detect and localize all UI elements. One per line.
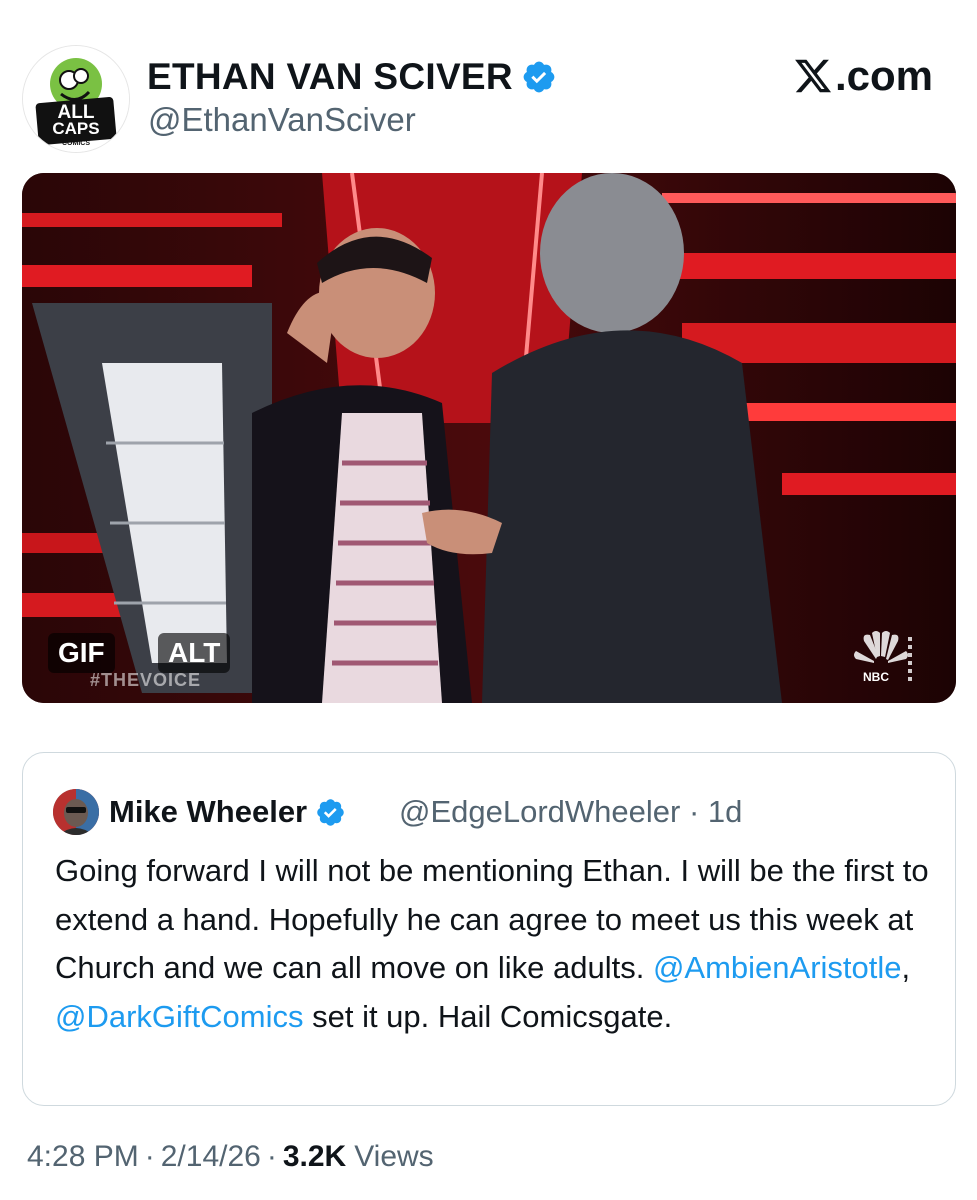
tweet-media-gif[interactable]: GIF ALT #THEVOICE NBC: [22, 173, 956, 703]
quoted-author-name-row[interactable]: Mike Wheeler: [109, 789, 346, 835]
mention-ambien-aristotle[interactable]: @AmbienAristotle: [653, 950, 902, 985]
show-hashtag-overlay: #THEVOICE: [90, 670, 202, 690]
verified-badge-icon: [523, 61, 555, 93]
logo-text-caps: CAPS: [52, 119, 99, 138]
logo-text-comics: COMICS: [62, 140, 90, 147]
quoted-author-name[interactable]: Mike Wheeler: [109, 794, 307, 830]
gif-badge: GIF: [48, 633, 115, 673]
author-handle[interactable]: @EthanVanSciver: [148, 101, 416, 139]
x-logo-icon: [795, 59, 832, 93]
avatar-image: [53, 789, 99, 835]
site-label: .com: [834, 52, 933, 99]
mention-dark-gift-comics[interactable]: @DarkGiftComics: [55, 999, 303, 1034]
x-com-label: .com: [793, 52, 933, 99]
tweet-meta: 4:28 PM · 2/14/26 · 3.2K Views: [27, 1137, 434, 1177]
nbc-peacock-icon: NBC: [854, 631, 912, 684]
quoted-text-part3: set it up. Hail Comicsgate.: [303, 998, 673, 1034]
quoted-author-handle-time[interactable]: @EdgeLordWheeler · 1d: [399, 789, 742, 835]
quoted-tweet-text: Going forward I will not be mentioning E…: [55, 847, 935, 1041]
tweet-date[interactable]: 2/14/26: [161, 1140, 261, 1174]
meta-separator: ·: [144, 1140, 155, 1173]
alt-text-button[interactable]: ALT: [158, 633, 231, 673]
quoted-text-part2: ,: [901, 950, 911, 985]
tweet-time[interactable]: 4:28 PM: [27, 1140, 139, 1174]
author-avatar[interactable]: ALL CAPS COMICS: [22, 45, 130, 153]
views-label: Views: [354, 1140, 434, 1173]
author-name[interactable]: ETHAN VAN SCIVER: [147, 56, 513, 98]
quoted-author-avatar[interactable]: [53, 789, 99, 835]
gif-frame-illustration: [22, 173, 956, 703]
meta-separator: ·: [266, 1140, 277, 1173]
views-count: 3.2K: [282, 1140, 347, 1173]
all-caps-comics-logo: ALL CAPS COMICS: [23, 46, 129, 152]
quoted-tweet-card[interactable]: Mike Wheeler @EdgeLordWheeler · 1d Going…: [22, 752, 956, 1106]
verified-badge-icon: [317, 798, 344, 826]
nbc-logo-text: NBC: [863, 670, 889, 684]
author-name-row[interactable]: ETHAN VAN SCIVER: [147, 55, 557, 99]
